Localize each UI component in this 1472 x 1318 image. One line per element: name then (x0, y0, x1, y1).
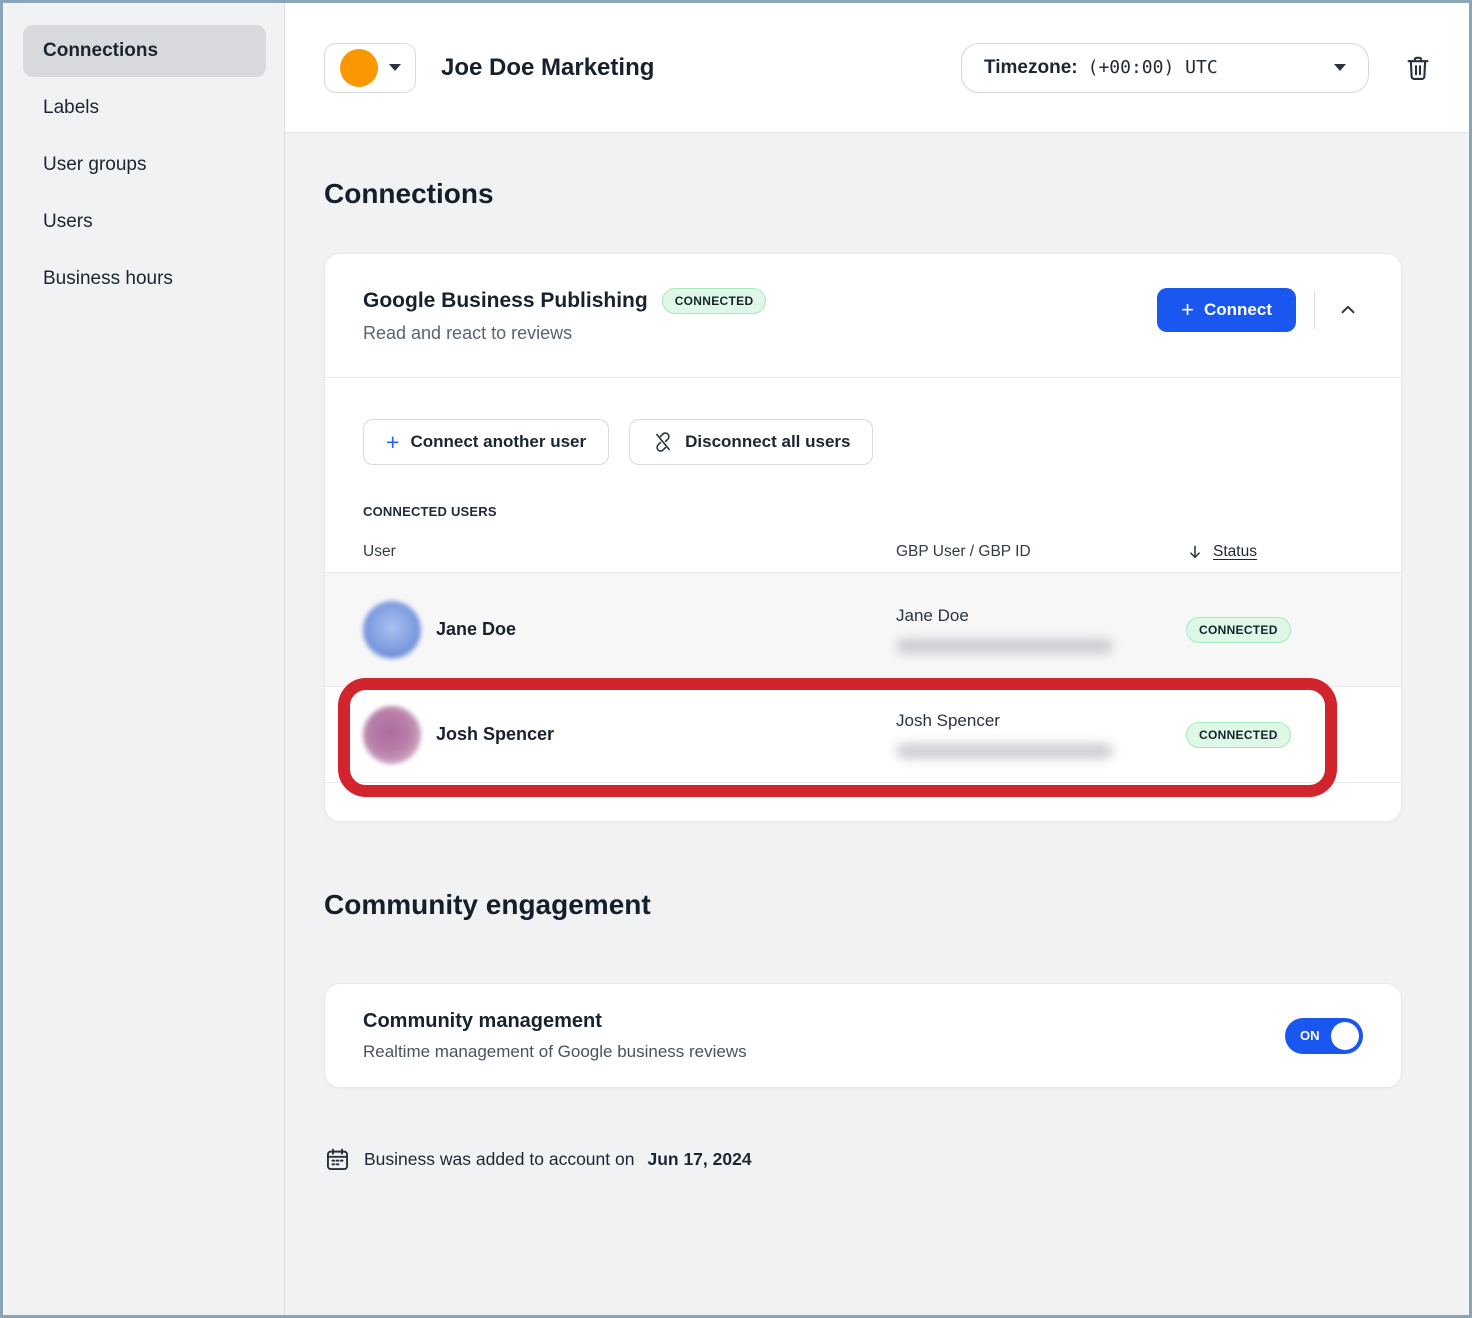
status-cell: CONNECTED (1186, 617, 1363, 643)
gbp-card-title: Google Business Publishing (363, 289, 648, 313)
avatar (363, 706, 421, 764)
chevron-down-icon (1334, 64, 1346, 71)
sort-by-status-button[interactable]: Status (1186, 543, 1257, 561)
sidebar-item-label: Users (43, 211, 93, 233)
gbp-user-cell: Jane Doe (896, 606, 1186, 654)
connected-status-badge: CONNECTED (1186, 617, 1291, 643)
table-row-josh-spencer: Josh Spencer Josh Spencer CONNECTED (325, 686, 1401, 783)
community-management-card: Community management Realtime management… (324, 983, 1402, 1088)
gbp-card-header: Google Business Publishing CONNECTED Rea… (325, 254, 1401, 378)
sidebar-item-business-hours[interactable]: Business hours (23, 253, 266, 305)
connected-status-badge: CONNECTED (662, 288, 767, 314)
timezone-select[interactable]: Timezone: (+00:00) UTC (961, 43, 1369, 93)
sidebar-item-labels[interactable]: Labels (23, 82, 266, 134)
toggle-knob (1331, 1022, 1359, 1050)
settings-content: Connections Google Business Publishing C… (285, 133, 1469, 1315)
business-added-text: Business was added to account on (364, 1149, 634, 1170)
column-header-gbp: GBP User / GBP ID (896, 543, 1186, 561)
plus-icon: + (1181, 299, 1194, 321)
sidebar-item-users[interactable]: Users (23, 196, 266, 248)
status-sort-label: Status (1213, 543, 1257, 561)
avatar (363, 601, 421, 659)
business-header: Joe Doe Marketing Timezone: (+00:00) UTC (285, 3, 1469, 133)
timezone-label: Timezone: (984, 57, 1078, 79)
google-business-publishing-card: Google Business Publishing CONNECTED Rea… (324, 253, 1402, 822)
chevron-up-icon (1337, 299, 1359, 321)
plus-icon: + (386, 431, 399, 454)
user-actions-row: + Connect another user Disconnect all us… (363, 419, 1363, 465)
sidebar-item-user-groups[interactable]: User groups (23, 139, 266, 191)
sidebar-item-label: Business hours (43, 268, 173, 290)
gbp-card-titles: Google Business Publishing CONNECTED Rea… (363, 288, 766, 344)
toggle-state-label: ON (1300, 1028, 1320, 1043)
card-bottom-padding (325, 783, 1401, 821)
arrow-down-icon (1186, 543, 1204, 561)
trash-icon (1403, 53, 1433, 83)
redacted-gbp-id (896, 638, 1113, 654)
business-avatar (340, 49, 378, 87)
settings-sidebar: Connections Labels User groups Users Bus… (3, 3, 285, 1315)
calendar-icon (324, 1146, 351, 1173)
status-cell: CONNECTED (1186, 722, 1363, 748)
gbp-user-cell: Josh Spencer (896, 711, 1186, 759)
gbp-card-actions: + Connect (1157, 288, 1363, 332)
connect-another-user-button[interactable]: + Connect another user (363, 419, 609, 465)
disconnect-all-users-label: Disconnect all users (685, 432, 850, 452)
collapse-card-button[interactable] (1333, 295, 1363, 325)
gbp-user-name: Jane Doe (896, 606, 1186, 626)
sidebar-item-connections[interactable]: Connections (23, 25, 266, 77)
connected-status-badge: CONNECTED (1186, 722, 1291, 748)
app-window: Connections Labels User groups Users Bus… (0, 0, 1472, 1318)
community-card-titles: Community management Realtime management… (363, 1010, 747, 1062)
gbp-user-name: Josh Spencer (896, 711, 1186, 731)
redacted-gbp-id (896, 743, 1113, 759)
gbp-card-subtitle: Read and react to reviews (363, 323, 766, 344)
business-added-note: Business was added to account on Jun 17,… (324, 1146, 1469, 1173)
community-card-subtitle: Realtime management of Google business r… (363, 1042, 747, 1062)
connected-users-label: CONNECTED USERS (363, 504, 1363, 519)
column-header-status: Status (1186, 543, 1363, 561)
chevron-down-icon (389, 64, 401, 71)
business-avatar-selector[interactable] (324, 43, 416, 93)
community-section-title: Community engagement (324, 889, 1469, 921)
community-management-toggle[interactable]: ON (1285, 1018, 1363, 1054)
user-name: Jane Doe (436, 619, 516, 640)
user-cell: Josh Spencer (363, 706, 896, 764)
column-header-user: User (363, 543, 896, 561)
disconnect-all-users-button[interactable]: Disconnect all users (629, 419, 873, 465)
connect-another-user-label: Connect another user (410, 432, 586, 452)
timezone-value: (+00:00) UTC (1088, 57, 1218, 78)
table-row-jane-doe: Jane Doe Jane Doe CONNECTED (325, 572, 1401, 686)
user-name: Josh Spencer (436, 724, 554, 745)
connect-button-label: Connect (1204, 300, 1272, 320)
unlink-icon (652, 431, 674, 453)
main-panel: Joe Doe Marketing Timezone: (+00:00) UTC… (285, 3, 1469, 1315)
user-cell: Jane Doe (363, 601, 896, 659)
connections-section-title: Connections (324, 178, 1469, 210)
sidebar-item-label: Labels (43, 97, 99, 119)
community-card-title: Community management (363, 1010, 747, 1033)
connect-button[interactable]: + Connect (1157, 288, 1296, 332)
delete-business-button[interactable] (1403, 53, 1433, 83)
actions-divider (1314, 291, 1315, 329)
business-added-date: Jun 17, 2024 (647, 1149, 751, 1170)
users-table-header: User GBP User / GBP ID Status (363, 543, 1363, 572)
sidebar-item-label: User groups (43, 154, 147, 176)
business-title: Joe Doe Marketing (441, 54, 654, 82)
sidebar-item-label: Connections (43, 40, 158, 62)
